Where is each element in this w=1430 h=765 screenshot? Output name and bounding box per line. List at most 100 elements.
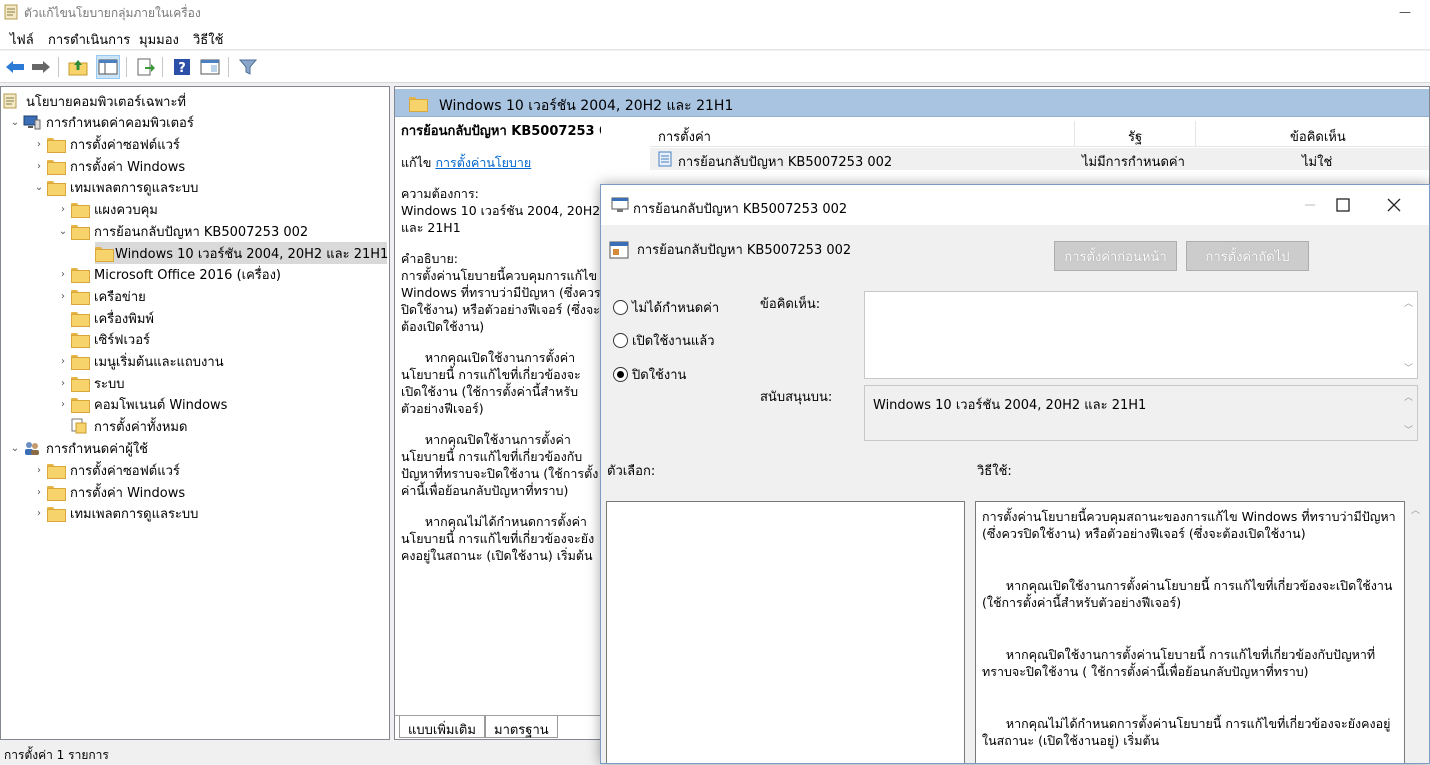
previous-setting-button[interactable]: การตั้งค่าก่อนหน้า	[1054, 241, 1177, 271]
up-one-level-button[interactable]	[66, 55, 90, 79]
next-setting-button[interactable]: การตั้งค่าถัดไป	[1186, 241, 1309, 271]
details-header-title: Windows 10 เวอร์ชัน 2004, 20H2 และ 21H1	[439, 98, 734, 114]
column-setting[interactable]: การตั้งค่า	[658, 126, 711, 147]
tree-item-label: นโยบายคอมพิวเตอร์เฉพาะที่	[26, 94, 186, 110]
chevron-right-icon[interactable]: ›	[55, 198, 71, 220]
column-comment[interactable]: ข้อคิดเห็น	[1290, 126, 1346, 147]
column-divider[interactable]	[1074, 121, 1075, 147]
scroll-up-icon[interactable]: ︿	[1404, 390, 1413, 403]
help-scroll-up-icon[interactable]: ︿	[1407, 503, 1424, 523]
help-button[interactable]: ?	[170, 55, 194, 79]
tree-item-all-settings[interactable]: การตั้งค่าทั้งหมด	[71, 415, 190, 437]
edit-policy-link[interactable]: การตั้งค่านโยบาย	[435, 155, 531, 170]
tree-item-server[interactable]: เซิร์ฟเวอร์	[71, 328, 153, 350]
chevron-right-icon[interactable]: ›	[55, 350, 71, 372]
forward-button[interactable]	[29, 55, 53, 79]
folder-icon	[47, 481, 67, 503]
tree-item-label: เทมเพลตการดูแลระบบ	[70, 506, 199, 522]
edit-prefix: แก้ไข	[401, 155, 436, 170]
folder-icon	[71, 285, 91, 307]
help-panel: การตั้งค่านโยบายนี้ควบคุมสถานะของการแก้ไ…	[975, 501, 1405, 763]
scroll-up-icon[interactable]: ︿	[1404, 296, 1413, 309]
tree-item-user-configuration[interactable]: ⌄ การกำหนดค่าผู้ใช้	[7, 437, 151, 459]
chevron-right-icon[interactable]: ›	[55, 263, 71, 285]
tree-item-printers[interactable]: เครื่องพิมพ์	[71, 307, 157, 329]
menu-view[interactable]: มุมมอง	[139, 29, 179, 50]
chevron-right-icon[interactable]: ›	[55, 393, 71, 415]
tree-item-system[interactable]: › ระบบ	[55, 372, 127, 394]
tree-item-uc-windows-settings[interactable]: › การตั้งค่า Windows	[31, 481, 188, 503]
tree-item-cc-administrative-templates[interactable]: ⌄ เทมเพลตการดูแลระบบ	[31, 176, 201, 198]
radio-not-configured[interactable]: ไม่ได้กำหนดค่า	[613, 297, 719, 318]
chevron-right-icon[interactable]: ›	[31, 459, 47, 481]
tab-standard[interactable]: มาตรฐาน	[485, 716, 558, 738]
chevron-down-icon[interactable]: ⌄	[31, 176, 47, 198]
menu-action[interactable]: การดำเนินการ	[48, 29, 130, 50]
tree-item-control-panel[interactable]: › แผงควบคุม	[55, 198, 161, 220]
tree-item-computer-configuration[interactable]: ⌄ การกำหนดค่าคอมพิวเตอร์	[7, 111, 197, 133]
requirements-block: ความต้องการ: Windows 10 เวอร์ชัน 2004, 20…	[401, 185, 601, 236]
scroll-down-icon[interactable]: ﹀	[1404, 361, 1413, 374]
tree-item-uc-software-settings[interactable]: › การตั้งค่าซอฟต์แวร์	[31, 459, 183, 481]
tab-extended[interactable]: แบบเพิ่มเติม	[399, 716, 485, 738]
window-title: ตัวแก้ไขนโยบายกลุ่มภายในเครื่อง	[24, 6, 201, 20]
menu-help[interactable]: วิธีใช้	[193, 29, 223, 50]
properties-view-button[interactable]	[198, 55, 222, 79]
tree-item-kb-rollback[interactable]: ⌄ การย้อนกลับปัญหา KB5007253 002	[55, 220, 311, 242]
chevron-down-icon[interactable]: ⌄	[7, 437, 23, 459]
minimize-button[interactable]: —	[1390, 2, 1420, 22]
computer-icon	[23, 111, 43, 133]
chevron-down-icon[interactable]: ⌄	[55, 220, 71, 242]
column-state[interactable]: รัฐ	[1128, 126, 1142, 147]
radio-circle[interactable]	[613, 333, 628, 348]
tree-item-uc-administrative-templates[interactable]: › เทมเพลตการดูแลระบบ	[31, 502, 201, 524]
export-list-button[interactable]	[134, 55, 158, 79]
comment-textarea[interactable]: ︿ ﹀	[864, 291, 1418, 379]
minimize-icon	[1305, 204, 1315, 206]
tree-item-cc-windows-settings[interactable]: › การตั้งค่า Windows	[31, 155, 188, 177]
tree-item-office-2016[interactable]: › Microsoft Office 2016 (เครื่อง)	[55, 263, 284, 285]
chevron-right-icon[interactable]: ›	[31, 481, 47, 503]
dialog-maximize-button[interactable]	[1320, 191, 1366, 219]
row-setting-name: การย้อนกลับปัญหา KB5007253 002	[678, 155, 893, 170]
back-button[interactable]	[3, 55, 27, 79]
chevron-right-icon[interactable]: ›	[55, 372, 71, 394]
properties-view-icon	[200, 59, 220, 75]
radio-circle-selected[interactable]	[613, 367, 628, 382]
menu-file[interactable]: ไฟล์	[10, 29, 34, 50]
options-label: ตัวเลือก:	[607, 464, 656, 479]
table-row[interactable]: การย้อนกลับปัญหา KB5007253 002 ไม่มีการก…	[650, 148, 1429, 170]
chevron-right-icon[interactable]: ›	[31, 502, 47, 524]
help-label: วิธีใช้:	[977, 464, 1012, 479]
description-enabled-text: หากคุณเปิดใช้งานการตั้งค่านโยบายนี้ การแ…	[401, 350, 581, 416]
chevron-right-icon[interactable]: ›	[31, 155, 47, 177]
folder-icon	[71, 328, 91, 350]
tree-item-cc-software-settings[interactable]: › การตั้งค่าซอฟต์แวร์	[31, 133, 183, 155]
tree-item-windows-components[interactable]: › คอมโพเนนต์ Windows	[55, 393, 230, 415]
chevron-right-icon[interactable]: ›	[55, 285, 71, 307]
tree-item-start-menu-taskbar[interactable]: › เมนูเริ่มต้นและแถบงาน	[55, 350, 227, 372]
export-list-icon	[137, 58, 155, 76]
tree-item-label: การตั้งค่าทั้งหมด	[94, 419, 188, 435]
radio-disabled[interactable]: ปิดใช้งาน	[613, 364, 686, 385]
tree-item-label: เครือข่าย	[94, 289, 146, 305]
folder-icon	[71, 350, 91, 372]
scroll-down-icon[interactable]: ﹀	[1404, 423, 1413, 436]
column-divider[interactable]	[1195, 121, 1196, 147]
dialog-close-button[interactable]	[1371, 191, 1417, 219]
supported-scrollbar[interactable]: ︿ ﹀	[1400, 386, 1417, 440]
chevron-down-icon[interactable]: ⌄	[7, 111, 23, 133]
filter-button[interactable]	[236, 55, 260, 79]
radio-circle[interactable]	[613, 300, 628, 315]
show-hide-tree-button[interactable]	[96, 55, 120, 79]
description-block: คำอธิบาย: การตั้งค่านโยบายนี้ควบคุมการแก้…	[401, 250, 601, 335]
tree-item-local-computer-policy[interactable]: นโยบายคอมพิวเตอร์เฉพาะที่	[3, 90, 189, 112]
radio-enabled[interactable]: เปิดใช้งานแล้ว	[613, 330, 715, 351]
details-header: Windows 10 เวอร์ชัน 2004, 20H2 และ 21H1	[395, 89, 1429, 117]
tree-item-label: การตั้งค่า Windows	[70, 159, 186, 175]
tree-item-network[interactable]: › เครือข่าย	[55, 285, 149, 307]
minimize-icon: —	[1399, 5, 1411, 19]
comment-scrollbar[interactable]: ︿ ﹀	[1400, 292, 1417, 378]
chevron-right-icon[interactable]: ›	[31, 133, 47, 155]
tree-item-windows10-versions[interactable]: Windows 10 เวอร์ชัน 2004, 20H2 และ 21H1	[95, 242, 388, 264]
